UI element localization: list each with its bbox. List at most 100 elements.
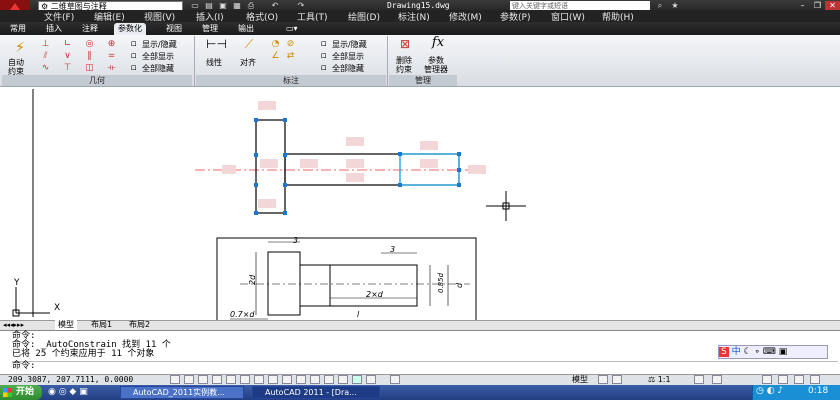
dim-hide-all-button[interactable]: 全部隐藏 — [332, 64, 364, 73]
dim-convert-icon[interactable]: ⇄ — [285, 52, 296, 61]
lock-icon[interactable] — [762, 375, 772, 384]
lineweight-icon[interactable] — [310, 375, 320, 384]
model-label[interactable]: 模型 — [572, 375, 588, 385]
tab-view[interactable]: 视图 — [162, 23, 186, 35]
aligned-dim-icon[interactable]: ⟋ — [240, 38, 258, 54]
dim-085d: 0.85d — [437, 272, 445, 293]
save-as-icon[interactable]: ▦ — [232, 1, 242, 10]
selection-cycling-icon[interactable] — [352, 375, 362, 384]
layout-tab-layout2[interactable]: 布局2 — [126, 320, 153, 330]
param-manager-button[interactable]: 参数 管理器 — [424, 56, 448, 74]
command-window[interactable]: 命令: 命令: _AutoConstrain 找到 11 个 已将 25 个约束… — [0, 330, 840, 374]
layout-icon[interactable] — [598, 375, 608, 384]
horizontal-icon[interactable]: ⊤ — [62, 64, 73, 73]
coincident-icon[interactable]: ⊥ — [40, 40, 51, 49]
dim-show-hide-button[interactable]: 显示/隐藏 — [332, 40, 367, 49]
search-icon[interactable]: ⌕ — [655, 1, 665, 10]
osnap-icon[interactable] — [240, 375, 250, 384]
clean-screen-icon[interactable] — [810, 375, 820, 384]
3dosnap-icon[interactable] — [254, 375, 264, 384]
start-button[interactable]: 开始 — [0, 385, 42, 400]
redo-icon[interactable]: ↷ — [296, 1, 306, 10]
isolate-icon[interactable] — [794, 375, 804, 384]
minimize-icon[interactable]: – — [795, 1, 810, 10]
shaft-rectangle[interactable] — [284, 153, 460, 186]
tangent-icon[interactable]: ∨ — [62, 52, 73, 61]
geo-hide-all-button[interactable]: 全部隐藏 — [142, 64, 174, 73]
grid-icon[interactable] — [198, 375, 208, 384]
undo-icon[interactable]: ↶ — [270, 1, 280, 10]
perpendicular-icon[interactable]: ∟ — [62, 40, 73, 49]
dim-diameter-icon[interactable]: ⊘ — [285, 40, 296, 49]
ducs-icon[interactable] — [282, 375, 292, 384]
task-autocad-button[interactable]: AutoCAD 2011 - [Dra... — [252, 386, 380, 399]
layout-tab-model[interactable]: 模型 — [55, 320, 77, 330]
infocenter-icon[interactable]: ★ — [670, 1, 680, 10]
save-icon[interactable]: ▣ — [218, 1, 228, 10]
concentric-icon[interactable]: ◎ — [84, 40, 95, 49]
fx-icon[interactable]: fx — [428, 36, 448, 54]
tab-home[interactable]: 常用 — [6, 23, 30, 35]
model-space-icon[interactable] — [390, 375, 400, 384]
geo-show-all-button[interactable]: 全部显示 — [142, 52, 174, 61]
quick-launch-icons[interactable]: ◉ ◎ ◆ ▣ — [48, 387, 88, 397]
auto-constrain-button[interactable]: 自动 约束 — [8, 58, 24, 76]
tab-output[interactable]: 输出 — [234, 23, 258, 35]
transparency-icon[interactable] — [324, 375, 334, 384]
tab-options-icon[interactable]: ▭▾ — [282, 23, 302, 35]
collinear-icon[interactable]: ⫽ — [40, 52, 51, 61]
dyn-icon[interactable] — [296, 375, 306, 384]
vertical-icon[interactable]: ◫ — [84, 64, 95, 73]
auto-constrain-icon[interactable]: ⚡ — [10, 40, 30, 56]
fix-icon[interactable]: ⊕ — [106, 40, 117, 49]
tray-icons[interactable]: ◷ ◐ ♪ — [756, 386, 783, 396]
quick-props-icon[interactable] — [338, 375, 348, 384]
drawing-canvas[interactable]: 3 3 2d 0.85d d 2×d 0.7×d l Y X — [0, 87, 840, 320]
dim-2xd: 2×d — [366, 290, 384, 299]
infer-constraints-icon[interactable] — [170, 375, 180, 384]
delete-constraints-button[interactable]: 删除 约束 — [396, 56, 412, 74]
tab-manage[interactable]: 管理 — [198, 23, 222, 35]
ref-head — [267, 251, 301, 316]
aligned-dim-button[interactable]: 对齐 — [240, 58, 256, 67]
dim-show-all-button[interactable]: 全部显示 — [332, 52, 364, 61]
print-icon[interactable]: ⎙ — [246, 1, 256, 10]
command-input[interactable]: 命令: — [12, 361, 838, 371]
linear-dim-button[interactable]: 线性 — [206, 58, 222, 67]
manage-panel-title: 管理 — [389, 75, 457, 86]
tab-parametric[interactable]: 参数化 — [114, 23, 146, 35]
restore-icon[interactable]: ❐ — [810, 1, 825, 10]
ortho-icon[interactable] — [212, 375, 222, 384]
equal-icon[interactable]: = — [106, 52, 117, 61]
task-tutorial-button[interactable]: AutoCAD_2011实例教... — [120, 386, 244, 399]
new-icon[interactable]: ▭ — [190, 1, 200, 10]
parallel-icon[interactable]: ‖ — [84, 52, 95, 61]
ime-toolbar[interactable]: S 中 ☾ ∘ ⌨ ▣ — [718, 345, 828, 359]
open-icon[interactable]: ▤ — [204, 1, 214, 10]
polar-icon[interactable] — [226, 375, 236, 384]
otrack-icon[interactable] — [268, 375, 278, 384]
dim-l: l — [357, 310, 360, 319]
quick-view-icon[interactable] — [612, 375, 622, 384]
geo-show-hide-button[interactable]: 显示/隐藏 — [142, 40, 177, 49]
layout-tab-layout1[interactable]: 布局1 — [88, 320, 115, 330]
coordinate-readout: 209.3087, 207.7111, 0.0000 — [8, 375, 134, 384]
hardware-accel-icon[interactable] — [778, 375, 788, 384]
linear-dim-icon[interactable]: ⊢⊣ — [206, 38, 227, 54]
selected-rectangle[interactable] — [399, 153, 460, 186]
tab-annotate[interactable]: 注释 — [78, 23, 102, 35]
tab-nav-arrows-icon[interactable]: ◂◂◂▸▸▸ — [3, 320, 24, 330]
dim-angular-icon[interactable]: ∠ — [270, 52, 281, 61]
delete-constraints-icon[interactable]: ⊠ — [396, 38, 414, 54]
annotation-monitor-icon[interactable] — [366, 375, 376, 384]
smooth-icon[interactable]: ∿ — [40, 64, 51, 73]
snap-icon[interactable] — [184, 375, 194, 384]
dim-radius-icon[interactable]: ◔ — [270, 40, 281, 49]
annotation-scale[interactable]: ⚖ 1:1 — [648, 375, 671, 385]
ref-shaft — [299, 264, 418, 307]
workspace-switch-icon[interactable] — [712, 375, 722, 384]
annotation-visibility-icon[interactable] — [694, 375, 704, 384]
tab-insert[interactable]: 插入 — [42, 23, 66, 35]
symmetric-icon[interactable]: ⟛ — [106, 64, 117, 73]
close-icon[interactable]: ✕ — [825, 1, 840, 10]
